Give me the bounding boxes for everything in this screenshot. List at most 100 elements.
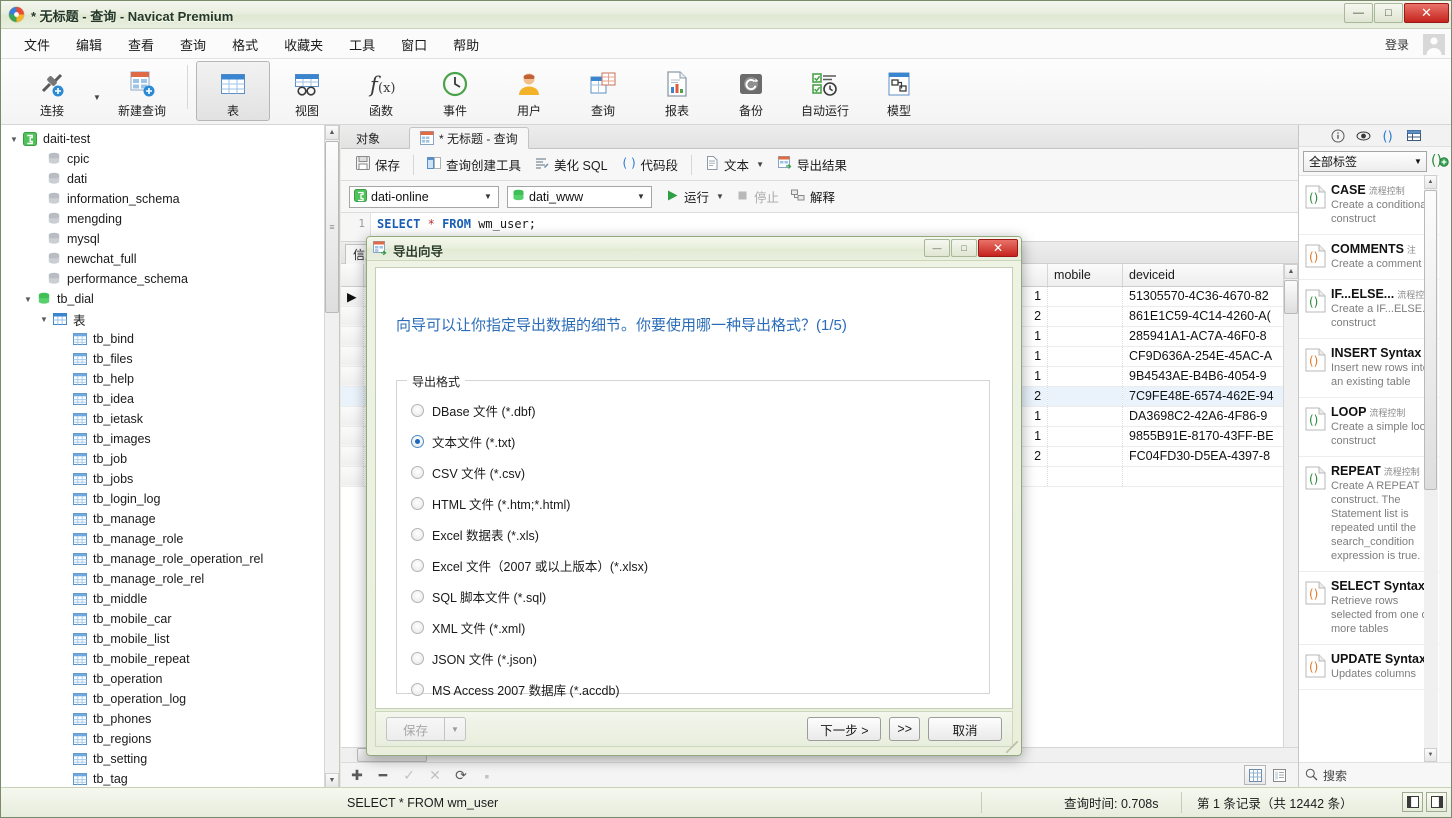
snippet-list[interactable]: () CASE 流程控制 Create a conditional construct… bbox=[1299, 175, 1439, 762]
cell-deviceid[interactable]: 51305570-4C36-4670-82 bbox=[1122, 286, 1298, 307]
radio-button[interactable] bbox=[411, 683, 424, 696]
scroll-up-icon[interactable]: ▲ bbox=[325, 125, 339, 140]
tree-node-table[interactable]: ▸ tb_idea bbox=[1, 389, 339, 409]
tab-objects[interactable]: 对象 bbox=[345, 127, 391, 149]
code-snippet-icon[interactable]: () bbox=[1382, 129, 1396, 143]
tree-node-database-open[interactable]: ▼ tb_dial bbox=[1, 289, 339, 309]
tree-node-table[interactable]: ▸ tb_login_log bbox=[1, 489, 339, 509]
chevron-down-icon[interactable]: ▼ bbox=[633, 187, 649, 207]
cell-deviceid[interactable]: FC04FD30-D5EA-4397-8 bbox=[1122, 446, 1298, 467]
tree-node-database[interactable]: ▸ cpic bbox=[1, 149, 339, 169]
scroll-thumb[interactable] bbox=[325, 141, 339, 313]
snippet-item[interactable]: () UPDATE Syntax Updates columns bbox=[1299, 645, 1439, 690]
menu-item-8[interactable]: 帮助 bbox=[440, 31, 492, 58]
grid-vertical-scrollbar[interactable]: ▲ ▼ bbox=[1283, 264, 1298, 762]
tree-node-table[interactable]: ▸ tb_phones bbox=[1, 709, 339, 729]
chevron-down-icon[interactable]: ▼ bbox=[444, 717, 466, 741]
snippet-item[interactable]: () IF...ELSE... 流程控 Create a IF...ELSE... c… bbox=[1299, 280, 1439, 339]
toggle-right-panel-icon[interactable] bbox=[1426, 792, 1447, 812]
grid-view-icon[interactable] bbox=[1244, 765, 1266, 785]
menu-item-3[interactable]: 查询 bbox=[167, 31, 219, 58]
explain-button[interactable]: 解释 bbox=[785, 184, 841, 209]
tree-node-database[interactable]: ▸ mysql bbox=[1, 229, 339, 249]
menu-item-0[interactable]: 文件 bbox=[11, 31, 63, 58]
row-indicator[interactable] bbox=[341, 306, 364, 327]
tree-node-table[interactable]: ▸ tb_files bbox=[1, 349, 339, 369]
tree-node-table[interactable]: ▸ tb_regions bbox=[1, 729, 339, 749]
cell-deviceid[interactable]: 285941A1-AC7A-46F0-8 bbox=[1122, 326, 1298, 347]
database-select[interactable]: dati_www ▼ bbox=[507, 185, 652, 208]
tree-node-table[interactable]: ▸ tb_middle bbox=[1, 589, 339, 609]
toolbar-button-backup[interactable]: 备份 bbox=[714, 61, 788, 121]
tree-scrollbar[interactable]: ▲ ▼ bbox=[324, 125, 339, 788]
tree-node-table[interactable]: ▸ tb_tag bbox=[1, 769, 339, 788]
scroll-down-icon[interactable]: ▼ bbox=[1424, 748, 1437, 762]
query-builder-button[interactable]: 查询创建工具 bbox=[420, 152, 528, 177]
user-avatar-icon[interactable] bbox=[1421, 32, 1447, 56]
radio-button[interactable] bbox=[411, 466, 424, 479]
export-format-option[interactable]: XML 文件 (*.xml) bbox=[411, 612, 989, 643]
radio-button[interactable] bbox=[411, 621, 424, 634]
scroll-thumb[interactable] bbox=[1284, 280, 1298, 314]
tree-node-table[interactable]: ▸ tb_manage bbox=[1, 509, 339, 529]
run-button[interactable]: 运行 ▼ bbox=[660, 184, 730, 209]
radio-button[interactable] bbox=[411, 404, 424, 417]
tree-node-table[interactable]: ▸ tb_operation_log bbox=[1, 689, 339, 709]
tree-node-table[interactable]: ▸ tb_ietask bbox=[1, 409, 339, 429]
refresh-icon[interactable]: ⟳ bbox=[453, 767, 469, 784]
radio-button[interactable] bbox=[411, 559, 424, 572]
cancel-button[interactable]: 取消 bbox=[928, 717, 1002, 741]
cell-deviceid[interactable]: CF9D636A-254E-45AC-A bbox=[1122, 346, 1298, 367]
menu-item-4[interactable]: 格式 bbox=[219, 31, 271, 58]
scroll-thumb[interactable] bbox=[1424, 190, 1437, 490]
preview-eye-icon[interactable] bbox=[1356, 129, 1371, 143]
row-indicator[interactable]: ▶ bbox=[341, 286, 364, 307]
toolbar-button-report[interactable]: 报表 bbox=[640, 61, 714, 121]
row-indicator[interactable] bbox=[341, 346, 364, 367]
tree-node-table[interactable]: ▸ tb_job bbox=[1, 449, 339, 469]
cell-mobile[interactable] bbox=[1047, 406, 1123, 427]
export-format-option[interactable]: CSV 文件 (*.csv) bbox=[411, 457, 989, 488]
cell-deviceid[interactable]: 9B4543AE-B4B6-4054-9 bbox=[1122, 366, 1298, 387]
tree-node-table[interactable]: ▸ tb_bind bbox=[1, 329, 339, 349]
tree-node-table[interactable]: ▸ tb_mobile_repeat bbox=[1, 649, 339, 669]
scroll-down-icon[interactable]: ▼ bbox=[325, 773, 339, 788]
tree-node-table[interactable]: ▸ tb_setting bbox=[1, 749, 339, 769]
tree-node-tables-folder[interactable]: ▼ 表 bbox=[1, 309, 339, 329]
row-indicator[interactable] bbox=[341, 406, 364, 427]
export-result-button[interactable]: 导出结果 bbox=[771, 152, 854, 177]
snippet-item[interactable]: () INSERT Syntax Insert new rows into an e… bbox=[1299, 339, 1439, 398]
snippet-item[interactable]: () CASE 流程控制 Create a conditional construct bbox=[1299, 176, 1439, 235]
column-header-deviceid[interactable]: deviceid bbox=[1122, 264, 1298, 287]
toolbar-button-query[interactable]: 查询 bbox=[566, 61, 640, 121]
chevron-down-icon[interactable]: ▼ bbox=[89, 59, 105, 119]
chevron-down-icon[interactable]: ▼ bbox=[7, 135, 21, 144]
row-indicator[interactable] bbox=[341, 326, 364, 347]
toggle-left-panel-icon[interactable] bbox=[1402, 792, 1423, 812]
row-indicator[interactable] bbox=[341, 426, 364, 447]
code-snippet-button[interactable]: ( ) 代码段 bbox=[615, 152, 686, 177]
cell-mobile[interactable] bbox=[1047, 366, 1123, 387]
row-indicator[interactable] bbox=[341, 446, 364, 467]
structure-icon[interactable] bbox=[1407, 129, 1421, 143]
cell-mobile[interactable] bbox=[1047, 326, 1123, 347]
text-button[interactable]: 文本 ▼ bbox=[698, 152, 771, 177]
menu-item-7[interactable]: 窗口 bbox=[388, 31, 440, 58]
cell-mobile[interactable] bbox=[1047, 306, 1123, 327]
radio-button[interactable] bbox=[411, 590, 424, 603]
tree-node-connection[interactable]: ▼ daiti-test bbox=[1, 129, 339, 149]
export-format-option[interactable]: HTML 文件 (*.htm;*.html) bbox=[411, 488, 989, 519]
add-snippet-icon[interactable]: () bbox=[1431, 152, 1449, 171]
menu-item-5[interactable]: 收藏夹 bbox=[271, 31, 336, 58]
toolbar-button-new-query[interactable]: 新建查询 bbox=[105, 61, 179, 121]
chevron-down-icon[interactable]: ▼ bbox=[756, 160, 764, 169]
chevron-down-icon[interactable]: ▼ bbox=[716, 192, 724, 201]
cell-mobile[interactable] bbox=[1047, 446, 1123, 467]
tree-node-table[interactable]: ▸ tb_mobile_car bbox=[1, 609, 339, 629]
form-view-icon[interactable] bbox=[1268, 765, 1290, 785]
skip-button[interactable]: >> bbox=[889, 717, 920, 741]
export-format-option[interactable]: JSON 文件 (*.json) bbox=[411, 643, 989, 674]
cell-mobile[interactable] bbox=[1047, 346, 1123, 367]
toolbar-button-function[interactable]: f (x) 函数 bbox=[344, 61, 418, 121]
dialog-resize-grip[interactable] bbox=[1006, 741, 1018, 753]
